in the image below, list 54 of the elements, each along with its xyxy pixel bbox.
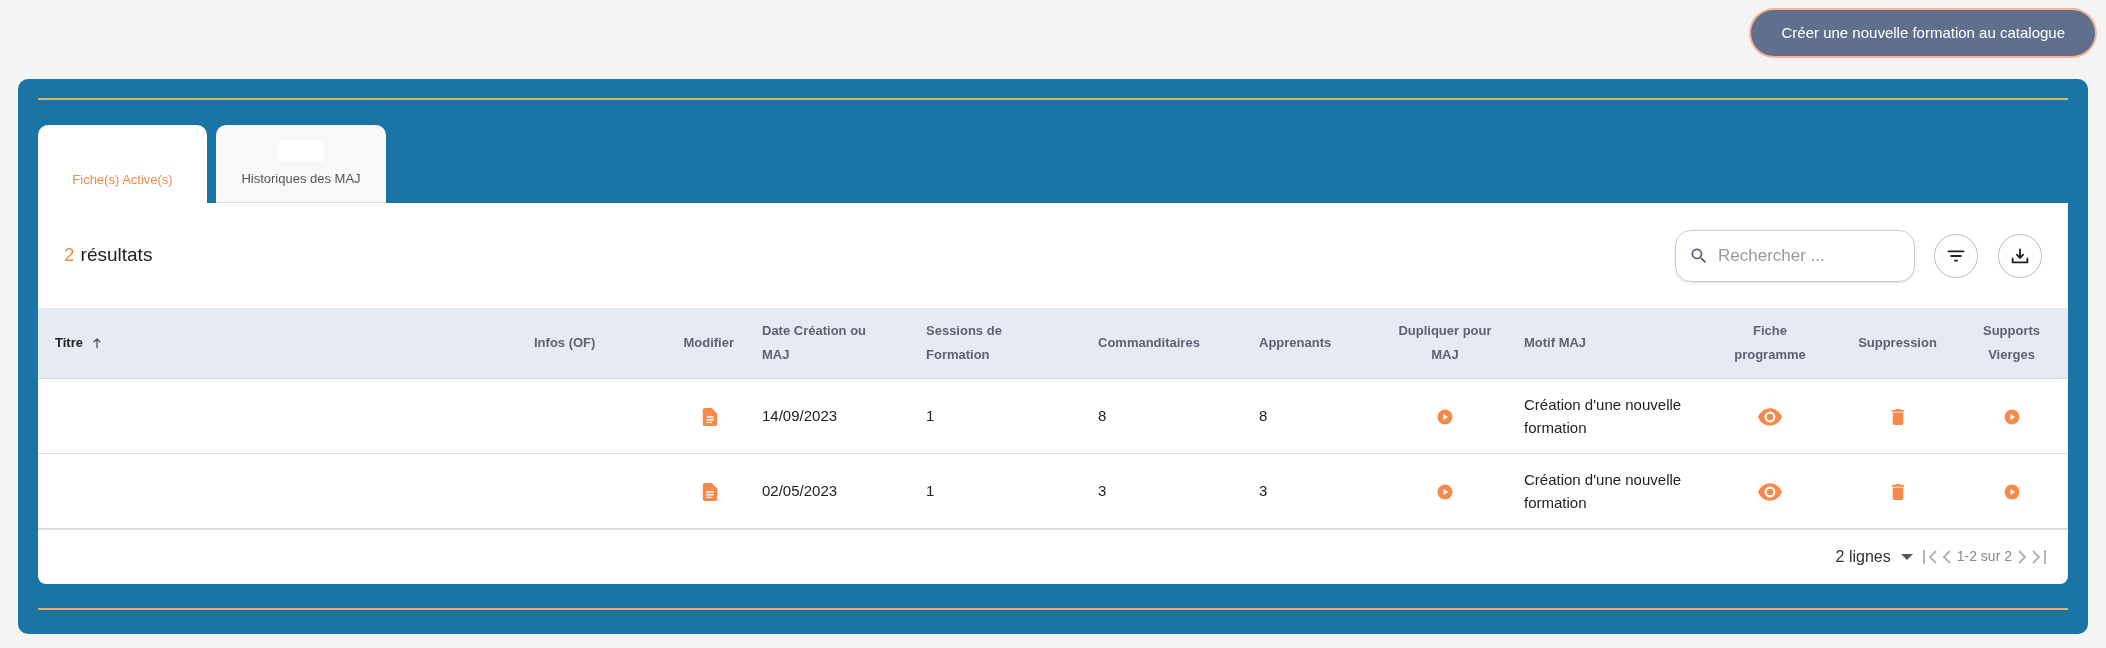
column-header: Modifier bbox=[683, 334, 734, 353]
column-header: Date Création ou MAJ bbox=[762, 322, 867, 365]
first-page-icon bbox=[1922, 548, 1937, 565]
column-header[interactable]: Titre bbox=[55, 331, 105, 356]
create-formation-button[interactable]: Créer une nouvelle formation au catalogue bbox=[1751, 10, 2095, 56]
trash-button[interactable] bbox=[1890, 409, 1905, 426]
search-field[interactable]: Rechercher ... bbox=[1675, 229, 1915, 282]
dropdown-caret-icon bbox=[1900, 552, 1913, 561]
play-icon bbox=[2002, 483, 2021, 502]
column-header: Motif MAJ bbox=[1524, 334, 1587, 353]
play-icon bbox=[1436, 408, 1454, 427]
eye-icon bbox=[1757, 483, 1783, 502]
eye-icon bbox=[1757, 408, 1783, 427]
play-button[interactable] bbox=[2002, 483, 2021, 502]
eye-button[interactable] bbox=[1757, 483, 1783, 502]
column-header: Infos (OF) bbox=[534, 334, 596, 353]
column-header: Dupliquer pour MAJ bbox=[1397, 322, 1493, 365]
column-header: Commanditaires bbox=[1098, 334, 1200, 353]
play-icon bbox=[1436, 483, 1454, 502]
play-icon bbox=[2002, 408, 2021, 427]
table-cell: 8 bbox=[1259, 407, 1268, 425]
previous-page-icon bbox=[1942, 548, 1951, 565]
next-page-icon bbox=[2018, 548, 2026, 565]
rows-per-page-select[interactable]: 2 lignes bbox=[1835, 544, 1913, 569]
table-cell: 1 bbox=[926, 482, 935, 500]
table-cell: 1 bbox=[926, 407, 935, 425]
trash-icon bbox=[1890, 484, 1905, 501]
play-button[interactable] bbox=[1436, 408, 1454, 427]
result-label: résultats bbox=[80, 243, 153, 268]
document-button[interactable] bbox=[702, 483, 718, 502]
column-header: Supports Vierges bbox=[1981, 322, 2042, 365]
tab[interactable]: Historiques des MAJ bbox=[216, 125, 386, 203]
page-range: 1-2 sur 2 bbox=[1956, 547, 2012, 567]
table-cell: 8 bbox=[1098, 407, 1107, 425]
table-cell: Création d'une nouvelle formation bbox=[1524, 470, 1682, 511]
document-icon bbox=[702, 483, 718, 502]
result-count: 2 bbox=[64, 243, 75, 268]
play-button[interactable] bbox=[2002, 408, 2021, 427]
table-cell: 3 bbox=[1259, 482, 1268, 500]
table-cell: 02/05/2023 bbox=[762, 482, 838, 500]
column-header: Apprenants bbox=[1259, 334, 1332, 353]
table-cell: 3 bbox=[1098, 482, 1107, 500]
eye-button[interactable] bbox=[1757, 408, 1783, 427]
table-cell: Création d'une nouvelle formation bbox=[1524, 395, 1682, 436]
document-icon bbox=[702, 408, 718, 427]
table-cell: 14/09/2023 bbox=[762, 407, 838, 425]
last-page-icon bbox=[2032, 548, 2046, 565]
trash-button[interactable] bbox=[1890, 484, 1905, 501]
column-header: Sessions de Formation bbox=[926, 322, 1003, 365]
document-button[interactable] bbox=[702, 408, 718, 427]
column-header: Suppression bbox=[1858, 334, 1937, 353]
play-button[interactable] bbox=[1436, 483, 1454, 502]
trash-icon bbox=[1890, 409, 1905, 426]
column-header: Fiche programme bbox=[1733, 322, 1807, 365]
